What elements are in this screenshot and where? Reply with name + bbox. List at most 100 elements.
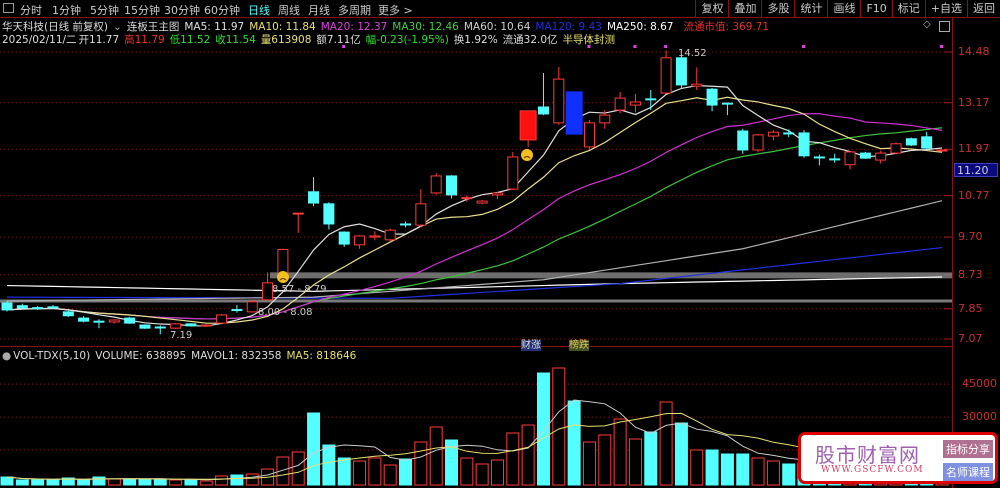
tag-bangdie[interactable]: 榜跌 <box>569 336 589 351</box>
candle <box>752 134 764 151</box>
candle <box>400 223 412 226</box>
volume-tick-label: 30000 <box>962 410 997 424</box>
candle <box>537 106 549 115</box>
volume-bar <box>31 479 45 486</box>
volume-bar <box>337 457 351 486</box>
candle <box>583 122 595 148</box>
candle <box>246 301 258 313</box>
price-tick-label: 7.85 <box>958 301 983 315</box>
candle <box>844 151 856 166</box>
tag-caizhang[interactable]: 财涨 <box>521 336 541 351</box>
volume-bar <box>368 457 382 486</box>
volume-bar <box>291 451 305 486</box>
logo-tag-course[interactable]: 名师课程 <box>943 463 993 481</box>
volume-bar <box>123 478 137 486</box>
volume-bar <box>92 476 106 486</box>
candle <box>430 175 442 194</box>
current-price-label: 11.20 <box>954 163 998 177</box>
price-tick-label: 14.48 <box>958 45 990 58</box>
sad-face-icon <box>277 271 289 283</box>
candle <box>338 231 350 245</box>
volume-bar <box>506 432 520 486</box>
candle <box>565 91 583 135</box>
annotation-range2: 8.00 - 8.08 <box>258 307 313 318</box>
volume-bar <box>536 372 550 486</box>
volume-bar <box>184 479 198 486</box>
volume-value: VOLUME: 638895 <box>95 350 187 362</box>
candle <box>170 323 182 329</box>
volume-bar <box>460 457 474 486</box>
candle <box>660 57 672 94</box>
volume-bar <box>705 449 719 486</box>
volume-bar <box>77 479 91 486</box>
candle <box>491 192 503 196</box>
signal-dot <box>664 45 668 48</box>
candle <box>16 305 28 309</box>
volume-bar <box>674 422 688 486</box>
volume-bar <box>383 464 397 486</box>
candle <box>507 156 519 190</box>
volume-bar <box>429 426 443 486</box>
candle <box>783 132 795 135</box>
volume-header: ● VOL-TDX(5,10) VOLUME: 638895 MAVOL1: 8323… <box>2 350 361 362</box>
panel-separator <box>0 346 952 347</box>
candle <box>154 326 166 329</box>
candle <box>93 320 105 323</box>
volume-bar <box>414 441 428 486</box>
volume-bar <box>138 478 152 486</box>
sad-face-icon <box>521 149 533 161</box>
signal-dot <box>802 45 806 48</box>
candle <box>721 102 733 105</box>
volume-bar <box>107 478 121 486</box>
annotation-high: 14.52 <box>678 48 707 59</box>
volume-bar <box>567 400 581 486</box>
watermark-logo: 股市财富网 WWW.GSCFW.COM 指标分享 名师课程 <box>798 432 998 484</box>
candle <box>614 97 626 111</box>
annotation-low: 7.19 <box>170 330 192 341</box>
candle <box>553 78 565 124</box>
candle <box>185 323 197 327</box>
candle <box>369 235 381 238</box>
volume-bar <box>521 424 535 486</box>
candle <box>476 200 488 204</box>
price-tick-label: 9.70 <box>958 230 983 244</box>
candle <box>415 203 427 226</box>
candle <box>32 307 44 310</box>
volume-bar <box>46 479 60 486</box>
logo-name: 股市财富网 <box>815 443 920 467</box>
signal-dot <box>633 45 637 48</box>
signal-dot <box>342 45 346 48</box>
candle <box>1 302 13 311</box>
volume-bar <box>399 458 413 486</box>
logo-tag-share[interactable]: 指标分享 <box>943 440 993 458</box>
candle <box>124 317 136 324</box>
candle <box>519 110 537 141</box>
volume-indicator-icon[interactable]: ● <box>2 350 11 362</box>
volume-bar <box>307 412 321 486</box>
price-tick-label: 7.07 <box>958 331 983 345</box>
candle <box>629 101 641 106</box>
candle <box>292 212 304 215</box>
volume-bar <box>230 474 244 486</box>
candle <box>78 317 90 322</box>
price-chart[interactable]: 14.52 7.19 8.57 - 8.79 8.00 - 8.08 <box>0 0 1000 488</box>
volume-indicator-name[interactable]: VOL-TDX(5,10) <box>13 350 90 362</box>
annotation-range1: 8.57 - 8.79 <box>272 284 327 295</box>
volume-bar <box>598 434 612 486</box>
volume-bar <box>582 441 596 486</box>
candle <box>936 149 948 152</box>
price-tick-label: 11.97 <box>958 142 990 156</box>
volume-bar <box>15 479 29 486</box>
candle <box>461 197 473 200</box>
volume-bar <box>153 478 167 486</box>
candle <box>308 191 320 204</box>
ma-line-ma5 <box>6 85 943 327</box>
candle <box>875 152 887 161</box>
candle <box>645 98 657 101</box>
volume-bar <box>644 431 658 486</box>
signal-dot <box>587 45 591 48</box>
price-tick-label: 13.17 <box>958 95 990 109</box>
price-tick-label: 10.77 <box>958 188 990 202</box>
candle <box>354 235 366 246</box>
volume-bar <box>736 453 750 486</box>
